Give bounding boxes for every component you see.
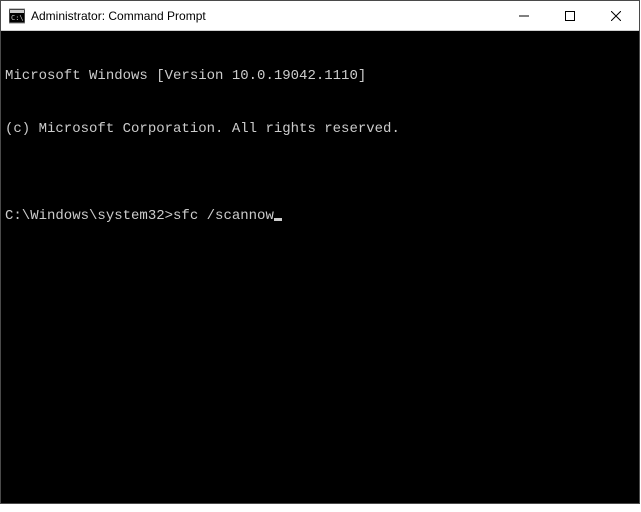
prompt-path: C:\Windows\system32> [5,208,173,226]
typed-command: sfc /scannow [173,208,274,226]
cursor [274,218,282,221]
window-title: Administrator: Command Prompt [31,9,206,23]
svg-text:C:\: C:\ [11,14,24,22]
minimize-button[interactable] [501,1,547,30]
cmd-window: C:\ Administrator: Command Prompt [0,0,640,504]
window-controls [501,1,639,30]
titlebar[interactable]: C:\ Administrator: Command Prompt [1,1,639,31]
terminal-area[interactable]: Microsoft Windows [Version 10.0.19042.11… [1,31,639,503]
terminal-output-line: Microsoft Windows [Version 10.0.19042.11… [5,68,635,86]
terminal-output-line: (c) Microsoft Corporation. All rights re… [5,121,635,139]
close-button[interactable] [593,1,639,30]
cmd-icon: C:\ [9,8,25,24]
prompt-line: C:\Windows\system32>sfc /scannow [5,208,635,226]
maximize-button[interactable] [547,1,593,30]
